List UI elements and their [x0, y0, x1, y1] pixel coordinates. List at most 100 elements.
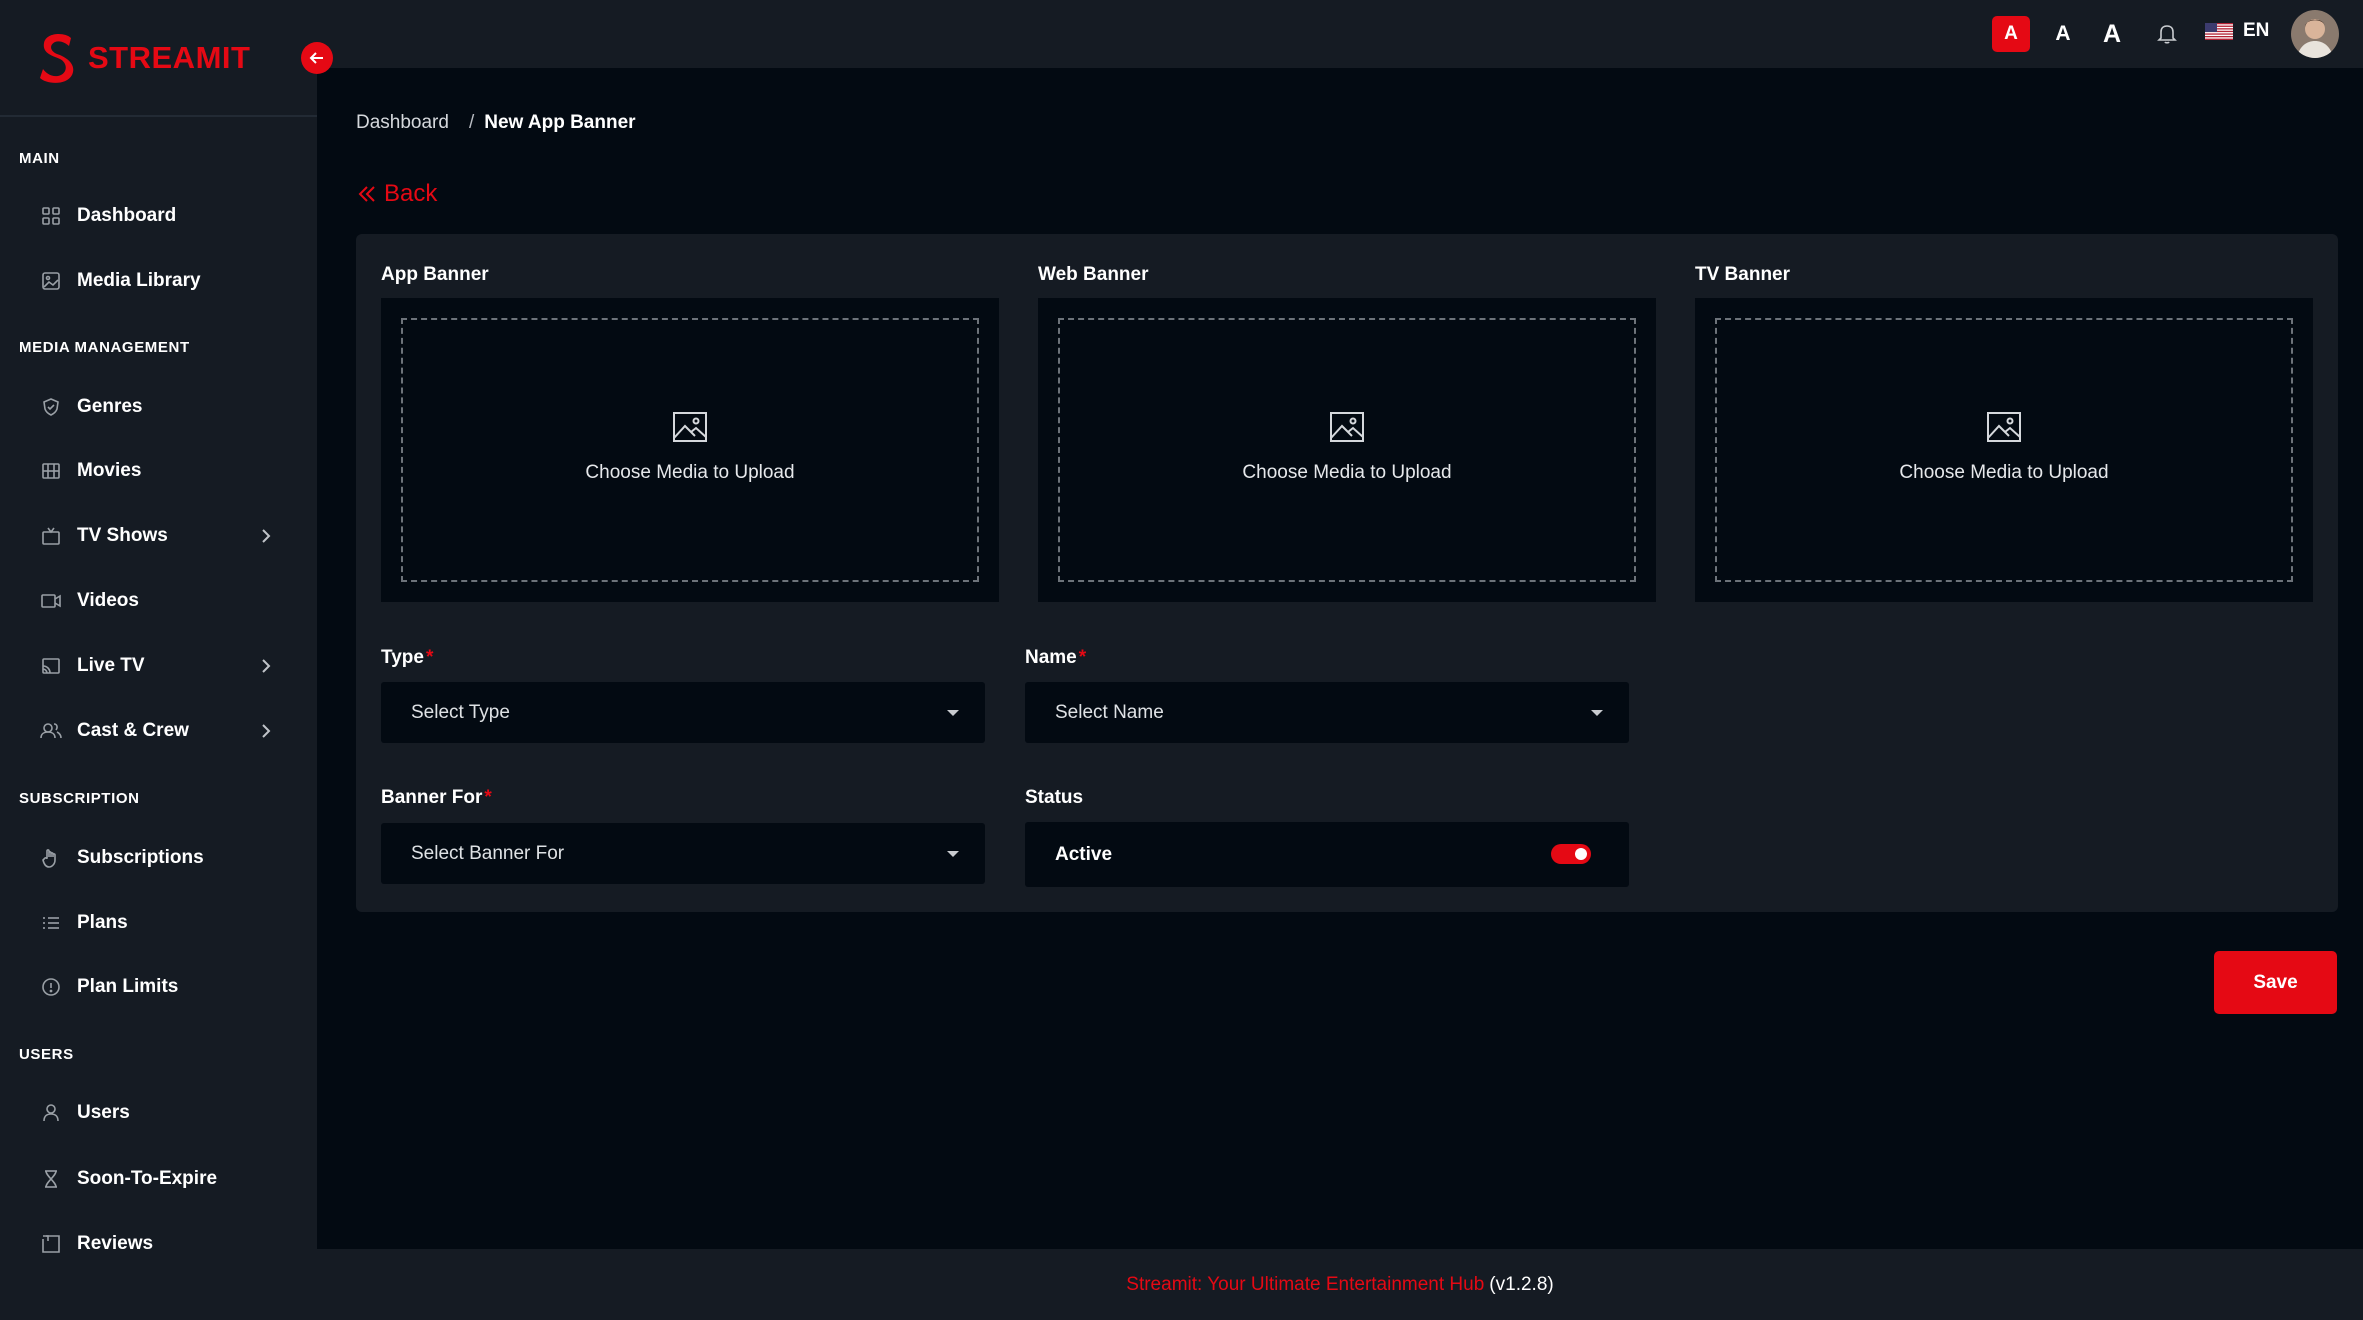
video-camera-icon — [40, 590, 62, 612]
topbar: A A A EN — [317, 0, 2363, 68]
tv-banner-upload[interactable]: Choose Media to Upload — [1695, 298, 2313, 602]
banner-for-select-value: Select Banner For — [411, 843, 565, 864]
cast-icon — [40, 655, 62, 677]
footer: Streamit: Your Ultimate Entertainment Hu… — [317, 1249, 2363, 1320]
web-banner-upload[interactable]: Choose Media to Upload — [1038, 298, 1656, 602]
sidebar-divider — [0, 115, 317, 117]
language-selector[interactable]: EN — [2205, 20, 2269, 42]
brand-name: STREAMIT — [88, 40, 251, 75]
nav-section-media-management: MEDIA MANAGEMENT — [19, 339, 190, 356]
user-avatar-icon — [2291, 10, 2339, 58]
back-label: Back — [384, 180, 438, 207]
sidebar-item-label: TV Shows — [77, 525, 168, 546]
image-placeholder-icon — [1987, 412, 2021, 442]
sidebar-item-plan-limits[interactable]: Plan Limits — [0, 959, 317, 1015]
name-label: Name * — [1025, 647, 1086, 669]
banner-for-select[interactable]: Select Banner For — [381, 823, 985, 884]
upload-text: Choose Media to Upload — [1242, 462, 1452, 483]
breadcrumb-current: New App Banner — [484, 112, 636, 133]
required-mark: * — [484, 787, 492, 808]
font-size-small-button[interactable]: A — [1992, 16, 2030, 52]
sidebar-item-plans[interactable]: Plans — [0, 895, 317, 951]
language-label: EN — [2243, 20, 2270, 41]
upload-text: Choose Media to Upload — [1899, 462, 2109, 483]
type-label-text: Type — [381, 647, 424, 668]
streamit-logo-icon — [40, 33, 74, 83]
name-label-text: Name — [1025, 647, 1077, 668]
sidebar-item-live-tv[interactable]: Live TV — [0, 638, 317, 694]
upload-dropzone — [401, 318, 979, 582]
image-placeholder-icon — [1330, 412, 1364, 442]
status-field: Active — [1025, 822, 1629, 887]
sidebar-item-label: Subscriptions — [77, 847, 204, 868]
sidebar-item-soon-to-expire[interactable]: Soon-To-Expire — [0, 1151, 317, 1207]
footer-link[interactable]: Streamit: Your Ultimate Entertainment Hu… — [1126, 1274, 1484, 1296]
sidebar-item-media-library[interactable]: Media Library — [0, 253, 317, 309]
image-placeholder-icon — [673, 412, 707, 442]
sidebar-item-label: Live TV — [77, 655, 145, 676]
brand-logo[interactable]: STREAMIT — [38, 30, 250, 86]
footer-version: (v1.2.8) — [1489, 1273, 1554, 1295]
hourglass-icon — [40, 1168, 62, 1190]
caret-down-icon — [947, 851, 959, 857]
name-select[interactable]: Select Name — [1025, 682, 1629, 743]
required-mark: * — [1078, 647, 1087, 668]
type-select[interactable]: Select Type — [381, 682, 985, 743]
caret-down-icon — [1591, 710, 1603, 716]
sidebar-item-reviews[interactable]: Reviews — [0, 1216, 317, 1272]
chevron-right-icon — [262, 529, 271, 543]
font-size-medium-button[interactable]: A — [2049, 16, 2077, 52]
app-banner-label: App Banner — [381, 264, 489, 285]
breadcrumb-dashboard-link[interactable]: Dashboard — [356, 112, 449, 134]
sidebar: STREAMIT MAIN Dashboard Media Library ME… — [0, 0, 317, 1320]
save-button[interactable]: Save — [2214, 951, 2337, 1014]
sidebar-item-videos[interactable]: Videos — [0, 573, 317, 629]
sidebar-item-label: Genres — [77, 396, 143, 417]
nav-section-users: USERS — [19, 1046, 74, 1063]
sidebar-collapse-button[interactable] — [301, 42, 333, 74]
sidebar-item-users[interactable]: Users — [0, 1085, 317, 1141]
banner-for-label: Banner For * — [381, 787, 492, 809]
sidebar-item-movies[interactable]: Movies — [0, 443, 317, 499]
font-size-large-button[interactable]: A — [2096, 16, 2128, 52]
caret-down-icon — [947, 710, 959, 716]
app-banner-upload[interactable]: Choose Media to Upload — [381, 298, 999, 602]
sidebar-item-label: Reviews — [77, 1233, 154, 1254]
nav-section-subscription: SUBSCRIPTION — [19, 790, 140, 807]
sidebar-item-subscriptions[interactable]: Subscriptions — [0, 830, 317, 886]
required-mark: * — [425, 647, 434, 668]
sidebar-item-tv-shows[interactable]: TV Shows — [0, 508, 317, 564]
us-flag-icon — [2205, 22, 2233, 40]
nav-section-main: MAIN — [19, 150, 60, 167]
upload-text: Choose Media to Upload — [585, 462, 795, 483]
breadcrumb: Dashboard / New App Banner — [356, 112, 636, 134]
tv-banner-label: TV Banner — [1695, 264, 1791, 285]
type-label: Type * — [381, 647, 433, 669]
bell-icon[interactable] — [2155, 21, 2179, 45]
sidebar-item-label: Plan Limits — [77, 976, 179, 997]
sidebar-item-label: Videos — [77, 590, 139, 611]
dashboard-grid-icon — [40, 205, 62, 227]
sidebar-item-label: Dashboard — [77, 205, 177, 226]
banner-for-label-text: Banner For — [381, 787, 483, 808]
review-icon — [40, 1233, 62, 1255]
chevron-right-icon — [262, 724, 271, 738]
sidebar-item-label: Media Library — [77, 270, 201, 291]
status-value: Active — [1055, 844, 1113, 865]
name-select-value: Select Name — [1055, 702, 1164, 723]
sidebar-item-dashboard[interactable]: Dashboard — [0, 188, 317, 244]
users-icon — [40, 720, 62, 742]
sidebar-item-label: Plans — [77, 912, 128, 933]
breadcrumb-separator: / — [468, 112, 475, 133]
status-toggle[interactable] — [1551, 844, 1591, 864]
tv-icon — [40, 525, 62, 547]
back-link[interactable]: Back — [358, 180, 437, 208]
sidebar-item-genres[interactable]: Genres — [0, 379, 317, 435]
avatar[interactable] — [2291, 10, 2339, 58]
web-banner-label: Web Banner — [1038, 264, 1149, 285]
sidebar-item-cast-crew[interactable]: Cast & Crew — [0, 703, 317, 759]
status-label: Status — [1025, 787, 1084, 808]
shield-icon — [40, 396, 62, 418]
hand-icon — [40, 847, 62, 869]
info-circle-icon — [40, 976, 62, 998]
